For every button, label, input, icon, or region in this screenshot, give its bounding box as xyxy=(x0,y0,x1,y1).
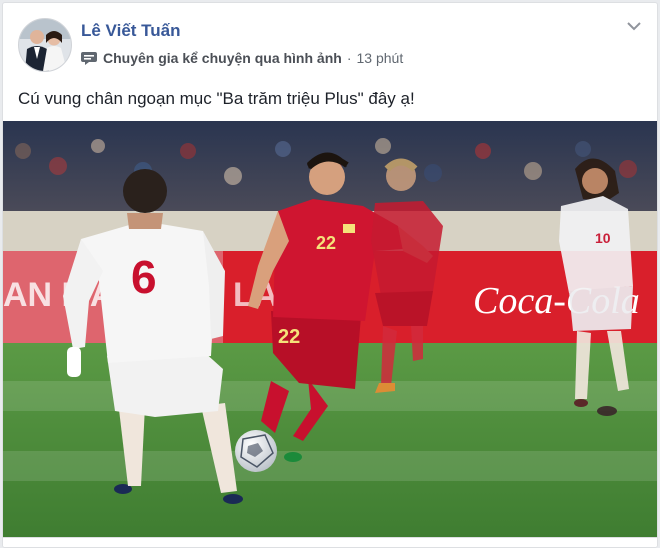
speech-bubble-icon xyxy=(81,52,97,65)
player-number: 10 xyxy=(595,230,611,246)
post-timestamp[interactable]: 13 phút xyxy=(357,50,404,66)
author-name[interactable]: Lê Viết Tuấn xyxy=(81,21,181,41)
post-header: Lê Viết Tuấn Chuyên gia kể chuyện qua hì… xyxy=(3,3,657,79)
player-shorts-number: 22 xyxy=(278,326,300,348)
player-shirt-number: 22 xyxy=(316,233,336,253)
post-message: Cú vung chân ngoạn mục "Ba trăm triệu Pl… xyxy=(18,89,415,108)
post-meta: Chuyên gia kể chuyện qua hình ảnh · 13 p… xyxy=(81,50,403,66)
player-number: 6 xyxy=(131,251,157,303)
meta-separator: · xyxy=(346,50,352,66)
soccer-ball xyxy=(235,430,277,472)
post-photo[interactable]: AN MA LAON Coca-Cola xyxy=(3,121,657,537)
author-role-badge[interactable]: Chuyên gia kể chuyện qua hình ảnh xyxy=(103,50,342,66)
author-avatar[interactable] xyxy=(18,18,72,72)
feed-post: Lê Viết Tuấn Chuyên gia kể chuyện qua hì… xyxy=(2,2,658,548)
chevron-down-icon[interactable] xyxy=(627,21,641,31)
post-footer xyxy=(3,537,657,547)
